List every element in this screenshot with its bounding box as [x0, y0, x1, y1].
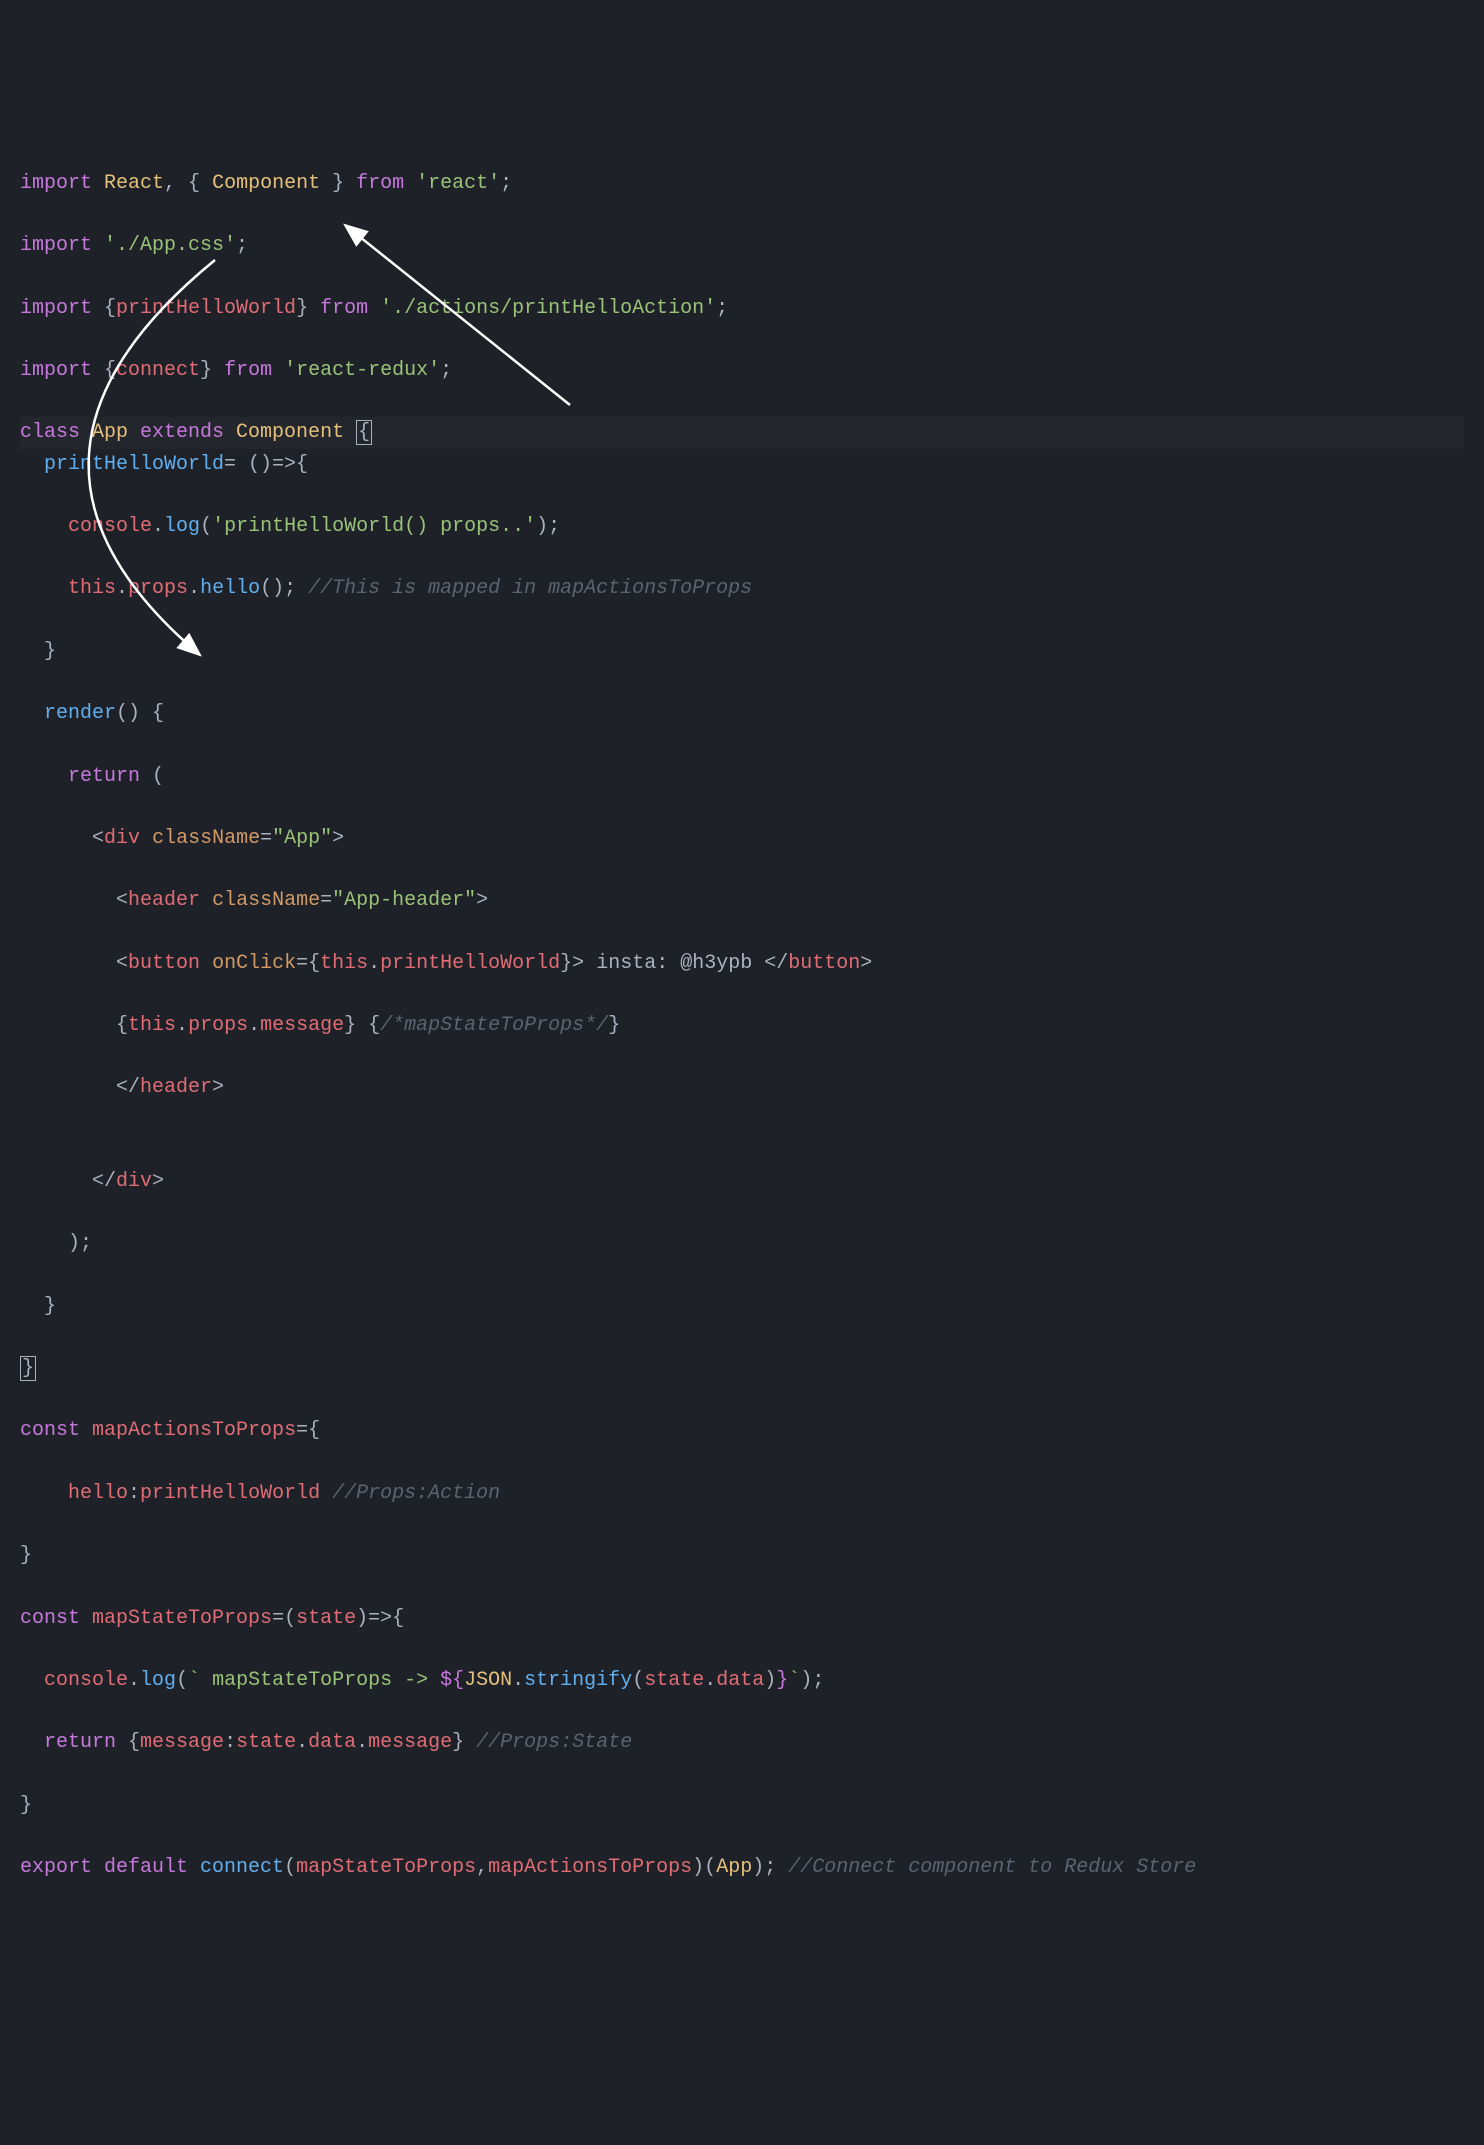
code-line: {this.props.message} {/*mapStateToProps*…: [20, 1010, 1464, 1041]
code-line-active: class App extends Component {: [20, 417, 1464, 448]
code-line: const mapStateToProps=(state)=>{: [20, 1603, 1464, 1634]
code-line: import {printHelloWorld} from './actions…: [20, 293, 1464, 324]
code-line: </div>: [20, 1166, 1464, 1197]
code-line: console.log('printHelloWorld() props..')…: [20, 511, 1464, 542]
code-line: }: [20, 1291, 1464, 1322]
code-line: }: [20, 1790, 1464, 1821]
code-line: render() {: [20, 698, 1464, 729]
code-line: import './App.css';: [20, 230, 1464, 261]
code-line: }: [20, 636, 1464, 667]
code-line: return {message:state.data.message} //Pr…: [20, 1727, 1464, 1758]
code-line: export default connect(mapStateToProps,m…: [20, 1852, 1464, 1883]
code-line: }: [20, 1540, 1464, 1571]
code-line: import {connect} from 'react-redux';: [20, 355, 1464, 386]
code-editor[interactable]: import React, { Component } from 'react'…: [20, 137, 1464, 1915]
code-line: </header>: [20, 1072, 1464, 1103]
code-line: <header className="App-header">: [20, 885, 1464, 916]
code-line: import React, { Component } from 'react'…: [20, 168, 1464, 199]
code-line: return (: [20, 761, 1464, 792]
code-line: );: [20, 1228, 1464, 1259]
code-line: }: [20, 1353, 1464, 1384]
matching-bracket: }: [20, 1356, 36, 1381]
code-line: hello:printHelloWorld //Props:Action: [20, 1478, 1464, 1509]
code-line: console.log(` mapStateToProps -> ${JSON.…: [20, 1665, 1464, 1696]
code-line: const mapActionsToProps={: [20, 1415, 1464, 1446]
code-line: <button onClick={this.printHelloWorld}> …: [20, 948, 1464, 979]
code-line: <div className="App">: [20, 823, 1464, 854]
cursor-bracket: {: [356, 420, 372, 445]
code-line: printHelloWorld= ()=>{: [20, 449, 1464, 480]
code-line: this.props.hello(); //This is mapped in …: [20, 573, 1464, 604]
